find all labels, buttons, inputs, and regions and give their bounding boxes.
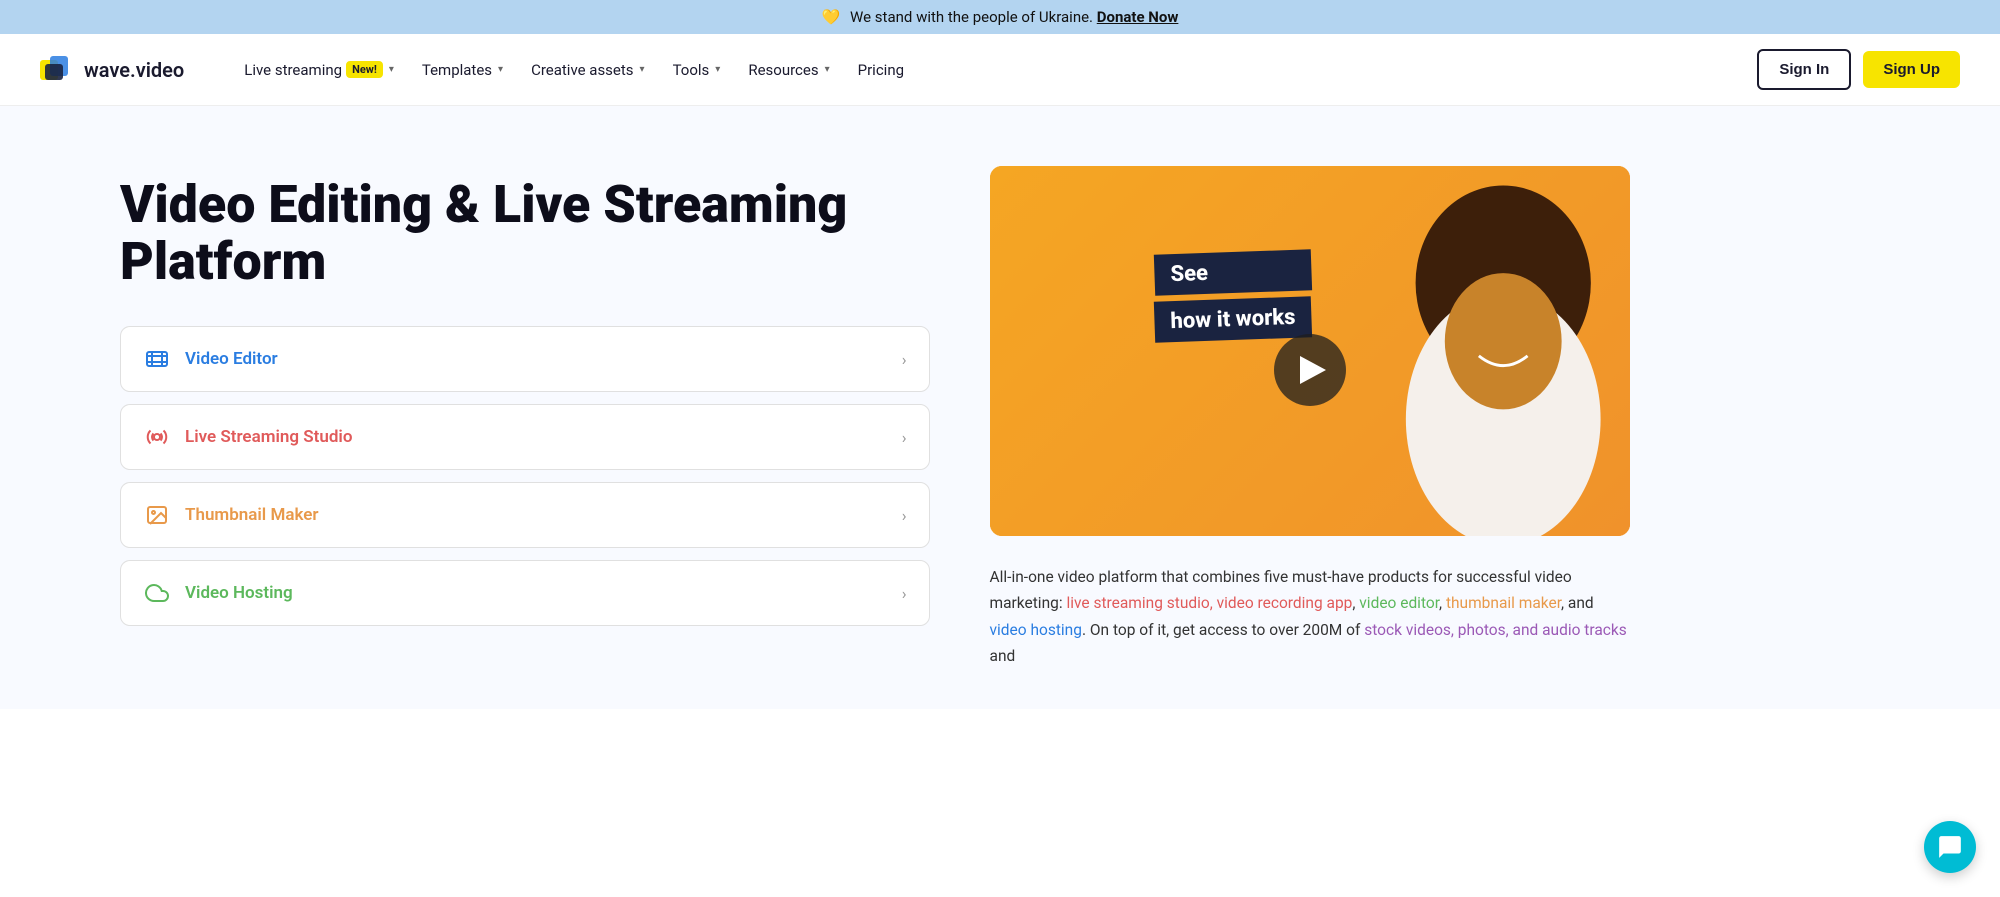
- link-stock-assets[interactable]: stock videos, photos, and audio tracks: [1364, 621, 1626, 639]
- feature-thumbnail-maker[interactable]: Thumbnail Maker ›: [120, 482, 930, 548]
- feature-label-video-hosting: Video Hosting: [185, 583, 293, 603]
- chat-bubble-button[interactable]: [1924, 821, 1976, 873]
- logo-text: wave.video: [84, 58, 184, 82]
- new-badge: New!: [346, 61, 383, 78]
- feature-label-live-streaming: Live Streaming Studio: [185, 427, 352, 447]
- nav-links: Live streaming New! ▾ Templates ▾ Creati…: [232, 53, 1757, 87]
- nav-item-creative-assets[interactable]: Creative assets ▾: [519, 53, 657, 87]
- logo[interactable]: wave.video: [40, 56, 184, 84]
- link-thumbnail-maker[interactable]: thumbnail maker: [1446, 594, 1561, 612]
- feature-video-editor[interactable]: Video Editor ›: [120, 326, 930, 392]
- see-text: See: [1154, 249, 1312, 295]
- film-icon: [143, 345, 171, 373]
- logo-icon: [40, 56, 76, 84]
- hero-section: Video Editing & Live Streaming Platform: [0, 106, 2000, 709]
- hero-right: See how it works All-in-one video platfo…: [990, 166, 1880, 669]
- feature-label-thumbnail-maker: Thumbnail Maker: [185, 505, 319, 525]
- chevron-right-icon: ›: [902, 584, 907, 603]
- sign-in-button[interactable]: Sign In: [1757, 49, 1851, 90]
- ukraine-banner: 💛 We stand with the people of Ukraine. D…: [0, 0, 2000, 34]
- play-button[interactable]: [1274, 334, 1346, 406]
- feature-video-hosting[interactable]: Video Hosting ›: [120, 560, 930, 626]
- link-video-hosting[interactable]: video hosting: [990, 621, 1082, 639]
- video-thumbnail[interactable]: See how it works: [990, 166, 1630, 536]
- cloud-icon: [143, 579, 171, 607]
- chevron-down-icon: ▾: [825, 64, 830, 75]
- hero-left: Video Editing & Live Streaming Platform: [120, 166, 930, 669]
- nav-item-tools[interactable]: Tools ▾: [661, 53, 733, 87]
- chevron-down-icon: ▾: [498, 64, 503, 75]
- chat-icon: [1937, 834, 1963, 860]
- sign-up-button[interactable]: Sign Up: [1863, 51, 1960, 88]
- blue-accent-decoration: [1820, 176, 1900, 546]
- chevron-right-icon: ›: [902, 428, 907, 447]
- chevron-down-icon: ▾: [389, 64, 394, 75]
- nav-item-templates[interactable]: Templates ▾: [410, 53, 515, 87]
- chevron-down-icon: ▾: [640, 64, 645, 75]
- main-nav: wave.video Live streaming New! ▾ Templat…: [0, 34, 2000, 106]
- link-live-streaming[interactable]: live streaming studio, video recording a…: [1066, 594, 1352, 612]
- see-how-badge: See how it works: [1154, 252, 1311, 340]
- feature-live-streaming[interactable]: Live Streaming Studio ›: [120, 404, 930, 470]
- heart-icon: 💛: [822, 8, 841, 26]
- hero-title: Video Editing & Live Streaming Platform: [120, 176, 930, 290]
- image-icon: [143, 501, 171, 529]
- chevron-right-icon: ›: [902, 506, 907, 525]
- chevron-right-icon: ›: [902, 350, 907, 369]
- link-video-editor[interactable]: video editor: [1359, 594, 1439, 612]
- nav-item-live-streaming[interactable]: Live streaming New! ▾: [232, 53, 406, 87]
- donate-link[interactable]: Donate Now: [1097, 8, 1179, 26]
- how-text: how it works: [1154, 296, 1312, 342]
- hero-description: All-in-one video platform that combines …: [990, 564, 1630, 669]
- nav-item-pricing[interactable]: Pricing: [846, 53, 916, 87]
- feature-label-video-editor: Video Editor: [185, 349, 278, 369]
- feature-list: Video Editor › Live: [120, 326, 930, 626]
- nav-actions: Sign In Sign Up: [1757, 49, 1960, 90]
- nav-item-resources[interactable]: Resources ▾: [736, 53, 841, 87]
- broadcast-icon: [143, 423, 171, 451]
- banner-text: We stand with the people of Ukraine.: [850, 8, 1093, 26]
- chevron-down-icon: ▾: [715, 64, 720, 75]
